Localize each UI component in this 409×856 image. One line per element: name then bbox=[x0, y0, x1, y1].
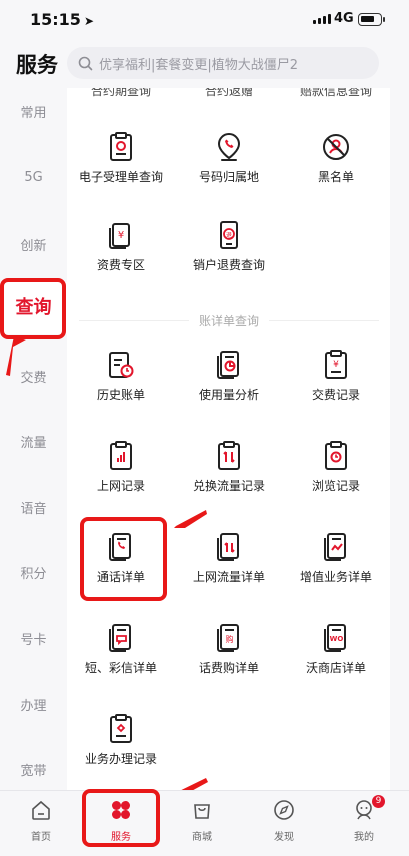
shopping-bag-icon bbox=[194, 804, 210, 819]
tab-bar: 首页 服务 商城 发现 9 我的 bbox=[0, 790, 409, 856]
tab-label: 我的 bbox=[354, 832, 374, 843]
tab-label: 商城 bbox=[192, 832, 212, 843]
highlight-box-service-tab bbox=[82, 789, 160, 847]
annotation-arrows bbox=[6, 336, 208, 801]
home-icon bbox=[32, 800, 50, 820]
arrow-to-query bbox=[6, 336, 26, 376]
tab-mine[interactable]: 9 我的 bbox=[334, 795, 394, 843]
tab-mall[interactable]: 商城 bbox=[172, 799, 232, 843]
tab-label: 发现 bbox=[274, 832, 294, 843]
compass-icon bbox=[274, 800, 294, 820]
tab-home[interactable]: 首页 bbox=[11, 799, 71, 843]
notification-badge: 9 bbox=[372, 795, 385, 808]
tab-discover[interactable]: 发现 bbox=[254, 799, 314, 843]
arrow-to-call-detail bbox=[174, 510, 207, 528]
tab-label: 首页 bbox=[31, 832, 51, 843]
